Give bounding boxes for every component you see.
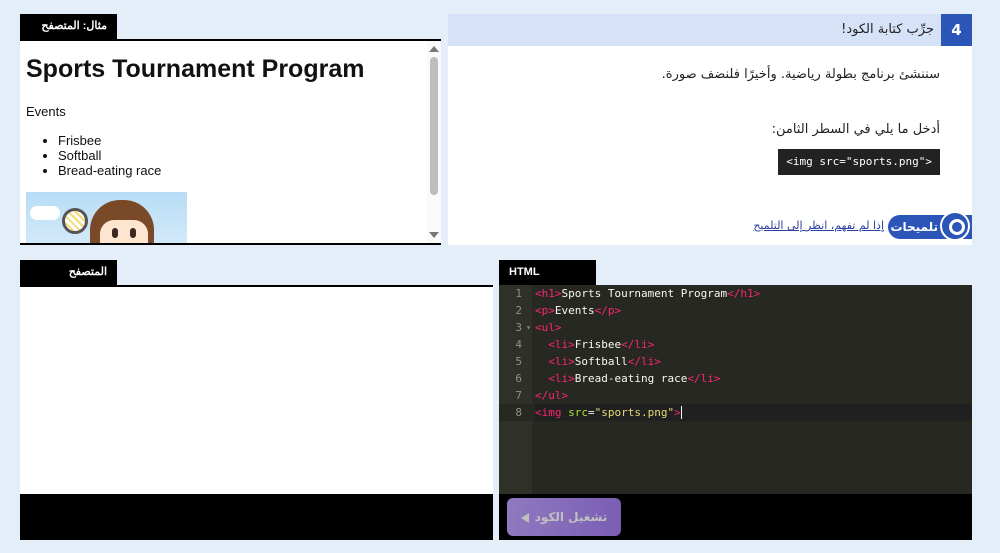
play-icon — [520, 512, 529, 523]
line-number-gutter: 1 2 3 ▾ 4 5 6 7 8 — [499, 285, 532, 494]
tag-close: > — [674, 406, 681, 419]
character-eye — [112, 228, 118, 238]
tag-text: Events — [554, 304, 595, 317]
code-sample: <img src="sports.png"> — [778, 149, 940, 175]
line-number: 4 — [515, 338, 522, 351]
line-number-text: 3 — [515, 321, 522, 334]
example-list-item: Softball — [58, 148, 426, 163]
example-tab: مثال: المتصفح — [20, 14, 117, 39]
line-number: 3 ▾ — [499, 319, 532, 336]
line-number: 6 — [515, 372, 522, 385]
scroll-down-icon[interactable] — [429, 232, 439, 238]
tag-close: </li> — [627, 355, 661, 368]
attr-equals: = — [588, 406, 595, 419]
attr-value: "sports.png" — [594, 406, 675, 419]
code-line[interactable]: </ul> — [535, 387, 972, 404]
instruction-text: سننشئ برنامج بطولة رياضية. وأخيرًا فلنضف… — [661, 67, 940, 82]
scrollbar-thumb[interactable] — [430, 57, 438, 195]
tag-open: <img — [535, 406, 569, 419]
scroll-up-icon[interactable] — [429, 46, 439, 52]
instruction-body: سننشئ برنامج بطولة رياضية. وأخيرًا فلنضف… — [448, 67, 972, 175]
instruction-text: أدخل ما يلي في السطر الثامن: — [771, 122, 940, 137]
tag-text: Frisbee — [574, 338, 622, 351]
hint-row: تلميحات إذا لم تفهم، انظر إلى التلميح — [448, 209, 972, 245]
example-list: Frisbee Softball Bread-eating race — [26, 133, 426, 178]
code-area[interactable]: <h1>Sports Tournament Program</h1> <p>Ev… — [535, 285, 972, 421]
tag-text: Bread-eating race — [574, 372, 688, 385]
cloud-shape — [30, 206, 60, 220]
example-paragraph: Events — [26, 104, 66, 119]
line-number: 1 — [515, 287, 522, 300]
code-line[interactable]: <h1>Sports Tournament Program</h1> — [535, 285, 972, 302]
code-editor-panel: HTML 1 2 3 ▾ 4 5 6 7 8 <h1>Sports Tournam… — [499, 260, 972, 540]
result-browser-panel: المتصفح — [20, 260, 493, 540]
editor-tab: HTML — [499, 260, 596, 285]
step-number-badge: 4 — [941, 14, 972, 46]
instruction-header: 4 جرِّب كتابة الكود! — [448, 14, 972, 46]
code-line[interactable]: <ul> — [535, 319, 972, 336]
code-editor[interactable]: 1 2 3 ▾ 4 5 6 7 8 <h1>Sports Tournament P… — [499, 285, 972, 494]
racket-shape — [62, 208, 88, 234]
editor-footer: تشغيل الكود — [499, 494, 972, 540]
code-line[interactable]: <li>Bread-eating race</li> — [535, 370, 972, 387]
tag-open: <p> — [535, 304, 555, 317]
tag-close: </h1> — [727, 287, 761, 300]
run-code-label: تشغيل الكود — [534, 510, 608, 524]
code-line[interactable]: <li>Frisbee</li> — [535, 336, 972, 353]
character-eye — [130, 228, 136, 238]
tag-text: Softball — [574, 355, 628, 368]
text-cursor — [680, 406, 682, 419]
example-list-item: Frisbee — [58, 133, 426, 148]
tag-close: </p> — [594, 304, 622, 317]
fold-arrow-icon[interactable]: ▾ — [526, 319, 531, 336]
line-number: 2 — [515, 304, 522, 317]
example-page: Sports Tournament Program Events Frisbee… — [26, 55, 426, 243]
tag-open: </ul> — [535, 389, 569, 402]
step-title: جرِّب كتابة الكود! — [841, 22, 934, 37]
tag-text: Sports Tournament Program — [561, 287, 728, 300]
line-number: 8 — [499, 404, 532, 421]
example-scrollbar[interactable] — [427, 41, 441, 243]
code-line-current[interactable]: <img src="sports.png"> — [535, 404, 972, 421]
hint-link[interactable]: إذا لم تفهم، انظر إلى التلميح — [753, 219, 884, 232]
code-line[interactable]: <p>Events</p> — [535, 302, 972, 319]
example-browser-panel: مثال: المتصفح Sports Tournament Program … — [20, 14, 441, 245]
instruction-panel: 4 جرِّب كتابة الكود! سننشئ برنامج بطولة … — [448, 14, 972, 245]
run-code-button[interactable]: تشغيل الكود — [507, 498, 621, 536]
example-list-item: Bread-eating race — [58, 163, 426, 178]
attr-name: src — [568, 406, 588, 419]
example-heading: Sports Tournament Program — [26, 55, 365, 83]
character-face — [100, 220, 148, 243]
code-line[interactable]: <li>Softball</li> — [535, 353, 972, 370]
tag-close: </li> — [687, 372, 721, 385]
tag-open: <li> — [548, 372, 575, 385]
tag-open: <ul> — [535, 321, 562, 334]
tag-open: <li> — [548, 355, 575, 368]
line-number: 5 — [515, 355, 522, 368]
line-number: 7 — [515, 389, 522, 402]
result-footer — [20, 494, 493, 540]
tag-open: <h1> — [535, 287, 562, 300]
example-frame: Sports Tournament Program Events Frisbee… — [20, 39, 441, 245]
result-tab: المتصفح — [20, 260, 117, 285]
sports-image — [26, 192, 187, 243]
tag-open: <li> — [548, 338, 575, 351]
result-frame — [20, 285, 493, 494]
tag-close: </li> — [621, 338, 655, 351]
lightbulb-icon[interactable] — [940, 211, 970, 241]
